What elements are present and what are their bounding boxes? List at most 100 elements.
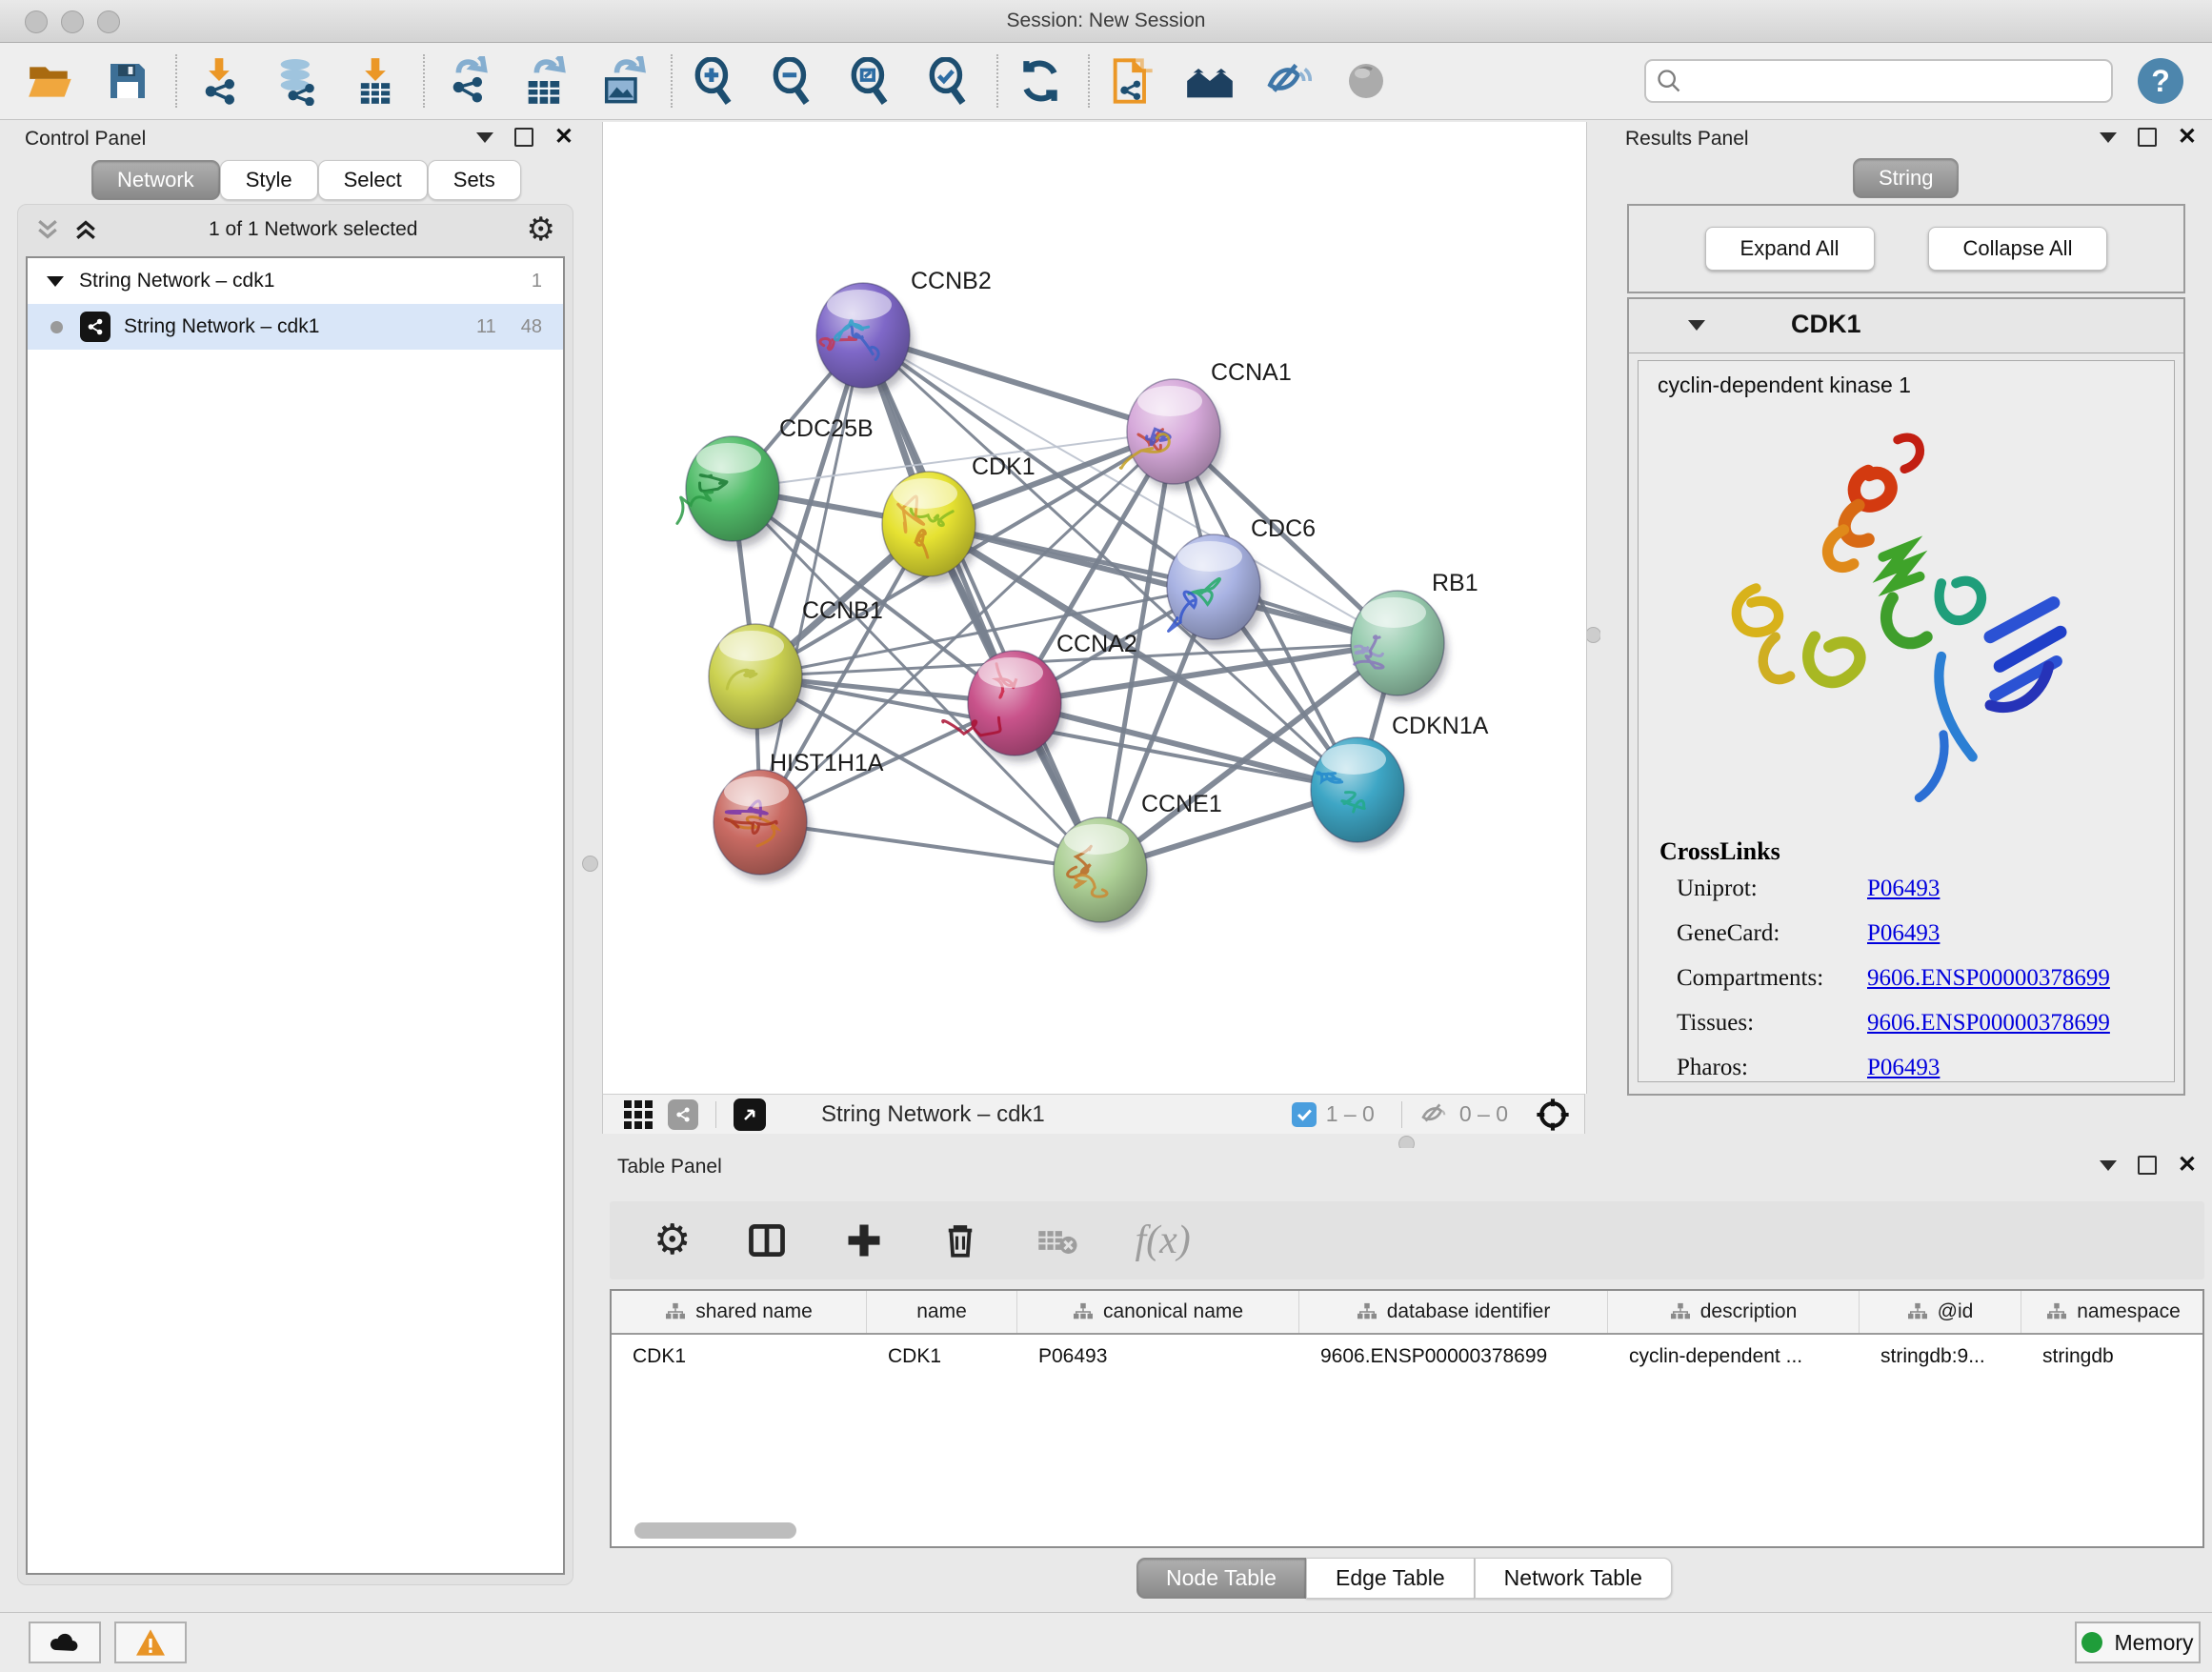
float-panel-icon[interactable] — [2138, 128, 2157, 147]
import-table-icon[interactable] — [351, 56, 400, 106]
table-cell[interactable]: P06493 — [1017, 1335, 1299, 1379]
tab-sets[interactable]: Sets — [428, 160, 521, 200]
horizontal-scrollbar[interactable] — [634, 1522, 796, 1539]
network-share-icon[interactable] — [668, 1099, 698, 1130]
network-canvas[interactable]: CCNB2CCNA1CDC25BCDK1CDC6RB1CCNB1CCNA2CDK… — [602, 122, 1587, 1094]
crosslink-link[interactable]: P06493 — [1867, 1055, 1940, 1081]
tab-style[interactable]: Style — [220, 160, 318, 200]
tab-network-table[interactable]: Network Table — [1475, 1558, 1672, 1599]
network-node[interactable]: CDC6 — [1167, 515, 1316, 646]
search-input[interactable] — [1644, 59, 2113, 103]
collection-expand-icon[interactable] — [47, 276, 64, 287]
crosslink-link[interactable]: 9606.ENSP00000378699 — [1867, 1010, 2110, 1037]
panel-menu-icon[interactable] — [2100, 1160, 2117, 1171]
add-column-icon[interactable] — [843, 1219, 885, 1261]
first-neighbors-icon[interactable] — [1185, 56, 1235, 106]
open-in-window-icon[interactable] — [734, 1098, 766, 1131]
column-header[interactable]: database identifier — [1299, 1291, 1608, 1333]
network-graph[interactable]: CCNB2CCNA1CDC25BCDK1CDC6RB1CCNB1CCNA2CDK… — [603, 122, 1586, 1094]
export-network-icon[interactable] — [442, 56, 492, 106]
crosslink-link[interactable]: P06493 — [1867, 920, 1940, 947]
export-table-icon[interactable] — [520, 56, 570, 106]
close-panel-icon[interactable]: ✕ — [554, 128, 573, 147]
selected-checkbox-icon[interactable] — [1292, 1102, 1317, 1127]
network-node[interactable]: CCNA1 — [1120, 359, 1291, 491]
network-node[interactable]: CCNB2 — [816, 268, 992, 394]
refresh-layout-icon[interactable] — [1016, 56, 1065, 106]
show-all-icon[interactable] — [1341, 56, 1391, 106]
column-header[interactable]: name — [867, 1291, 1017, 1333]
expand-all-icon[interactable] — [71, 215, 100, 244]
network-node[interactable]: CCNB1 — [709, 597, 883, 735]
help-icon[interactable]: ? — [2138, 58, 2183, 104]
tab-network[interactable]: Network — [91, 160, 220, 200]
zoom-in-icon[interactable] — [690, 56, 739, 106]
network-node[interactable]: HIST1H1A — [714, 750, 884, 881]
network-node[interactable]: CDKN1A — [1311, 713, 1489, 849]
panel-menu-icon[interactable] — [2100, 132, 2117, 143]
network-edge[interactable] — [929, 524, 1398, 643]
left-splitter-handle[interactable] — [582, 856, 598, 872]
panel-menu-icon[interactable] — [476, 132, 493, 143]
entry-header[interactable]: CDK1 — [1629, 299, 2183, 353]
table-options-gear-icon[interactable]: ⚙ — [654, 1219, 691, 1261]
network-node[interactable]: CCNE1 — [1054, 791, 1222, 929]
show-columns-icon[interactable] — [746, 1219, 788, 1261]
float-panel-icon[interactable] — [514, 128, 533, 147]
column-header[interactable]: shared name — [612, 1291, 867, 1333]
delete-column-icon[interactable] — [940, 1220, 980, 1260]
network-options-gear-icon[interactable]: ⚙ — [527, 209, 555, 251]
close-panel-icon[interactable]: ✕ — [2178, 1156, 2197, 1175]
memory-button[interactable]: Memory — [2075, 1622, 2201, 1663]
network-node[interactable]: CDK1 — [882, 453, 1036, 583]
tab-edge-table[interactable]: Edge Table — [1306, 1558, 1475, 1599]
column-header[interactable]: description — [1608, 1291, 1860, 1333]
crosslink-link[interactable]: P06493 — [1867, 876, 1940, 902]
table-cell[interactable]: CDK1 — [867, 1335, 1017, 1379]
table-cell[interactable]: cyclin-dependent ... — [1608, 1335, 1860, 1379]
zoom-fit-icon[interactable] — [846, 56, 895, 106]
zoom-selected-icon[interactable] — [924, 56, 974, 106]
crosslinks-section: CrossLinks Uniprot:P06493 GeneCard:P0649… — [1659, 837, 2110, 1082]
collapse-all-icon[interactable] — [33, 215, 62, 244]
network-collection-row[interactable]: String Network – cdk1 1 — [28, 258, 563, 304]
fit-content-crosshair-icon[interactable] — [1535, 1097, 1571, 1133]
network-node[interactable]: RB1 — [1351, 570, 1478, 702]
cloud-status-button[interactable] — [29, 1622, 101, 1663]
import-network-from-database-icon[interactable] — [272, 56, 322, 106]
import-network-icon[interactable] — [194, 56, 244, 106]
zoom-out-icon[interactable] — [768, 56, 817, 106]
table-cell[interactable]: 9606.ENSP00000378699 — [1299, 1335, 1608, 1379]
float-panel-icon[interactable] — [2138, 1156, 2157, 1175]
column-header[interactable]: namespace — [2021, 1291, 2204, 1333]
function-builder-icon: f(x) — [1135, 1218, 1190, 1263]
collapse-all-button[interactable]: Collapse All — [1928, 227, 2108, 271]
tab-select[interactable]: Select — [318, 160, 428, 200]
table-cell[interactable]: stringdb:9... — [1860, 1335, 2021, 1379]
column-header[interactable]: @id — [1860, 1291, 2021, 1333]
entry-collapse-icon[interactable] — [1688, 320, 1705, 331]
hide-selected-icon[interactable] — [1263, 56, 1313, 106]
right-splitter-handle[interactable] — [1585, 627, 1601, 643]
expand-all-button[interactable]: Expand All — [1705, 227, 1875, 271]
tab-node-table[interactable]: Node Table — [1136, 1558, 1306, 1599]
column-header[interactable]: canonical name — [1017, 1291, 1299, 1333]
warnings-button[interactable] — [114, 1622, 187, 1663]
network-edge[interactable] — [863, 335, 1100, 870]
table-row[interactable]: CDK1CDK1P064939606.ENSP00000378699cyclin… — [612, 1335, 2202, 1379]
table-cell[interactable]: CDK1 — [612, 1335, 867, 1379]
network-node[interactable]: CDC25B — [677, 415, 874, 548]
crosslink-link[interactable]: 9606.ENSP00000378699 — [1867, 965, 2110, 992]
tab-string[interactable]: String — [1853, 158, 1959, 198]
save-session-icon[interactable] — [103, 56, 152, 106]
toolbar-separator — [175, 54, 177, 108]
close-panel-icon[interactable]: ✕ — [2178, 128, 2197, 147]
table-cell[interactable]: stringdb — [2021, 1335, 2204, 1379]
new-network-from-selection-icon[interactable] — [1107, 56, 1156, 106]
birds-eye-view-icon[interactable] — [624, 1100, 653, 1129]
network-row-selected[interactable]: String Network – cdk1 11 48 — [28, 304, 563, 350]
open-session-icon[interactable] — [25, 56, 74, 106]
results-panel-header: Results Panel ✕ — [1600, 120, 2212, 158]
network-edge[interactable] — [760, 822, 1100, 870]
export-image-icon[interactable] — [598, 56, 648, 106]
